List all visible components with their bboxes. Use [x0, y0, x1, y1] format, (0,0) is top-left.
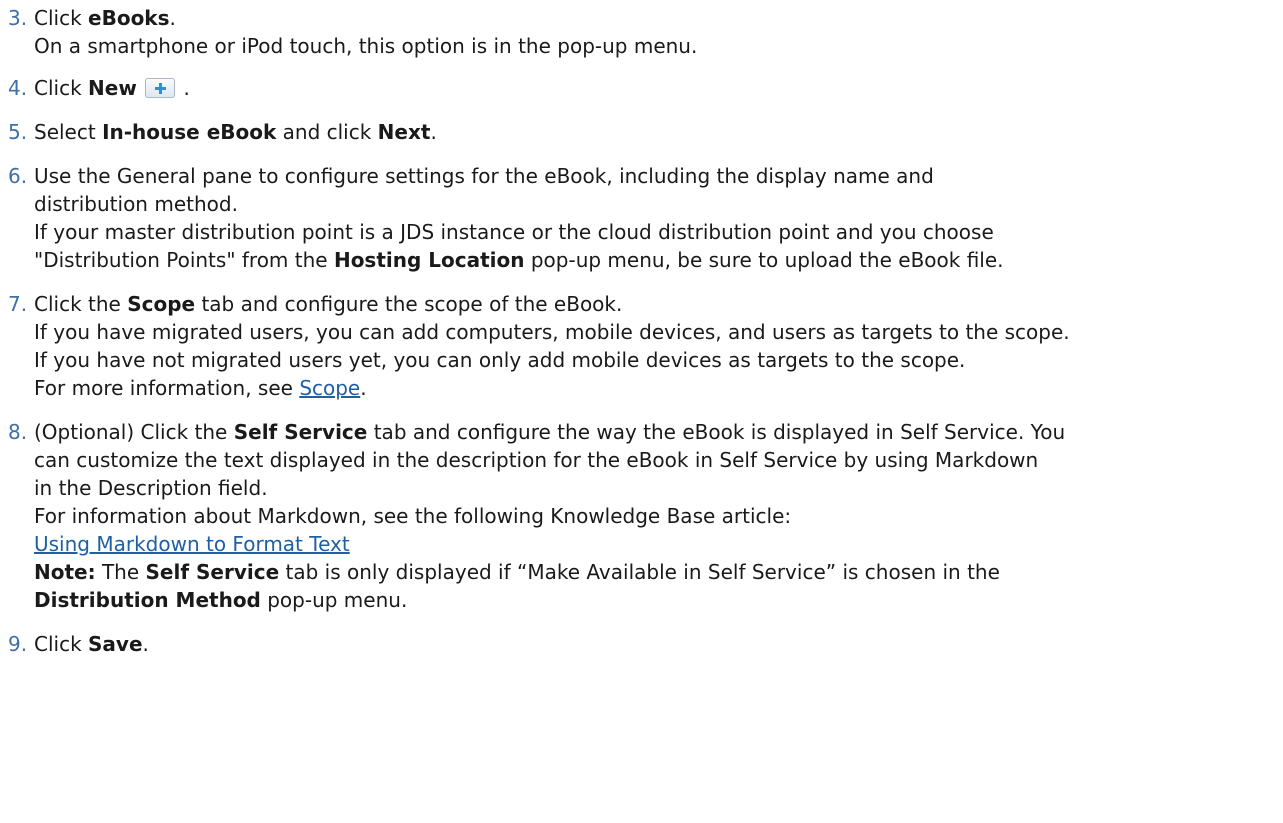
ui-term-distribution-method: Distribution Method: [34, 588, 261, 612]
step-text-line: If your master distribution point is a J…: [34, 220, 994, 244]
step-number: 7.: [8, 292, 28, 316]
ui-term-next: Next: [377, 120, 431, 144]
step-3: 3. Click eBooks. On a smartphone or iPod…: [0, 4, 1283, 60]
step-text-line: If you have not migrated users yet, you …: [34, 348, 966, 372]
step-text-line: in the Description field.: [34, 476, 268, 500]
step-text-line: distribution method.: [34, 192, 238, 216]
scope-link[interactable]: Scope: [299, 376, 360, 400]
step-text: Click eBooks.: [34, 6, 176, 30]
step-8: 8. (Optional) Click the Self Service tab…: [0, 418, 1283, 614]
step-number: 6.: [8, 164, 28, 188]
ui-term-in-house-ebook: In-house eBook: [102, 120, 277, 144]
note-label: Note:: [34, 560, 96, 584]
step-text-line: Using Markdown to Format Text: [34, 530, 1283, 558]
step-7: 7. Click the Scope tab and configure the…: [0, 290, 1283, 402]
ui-term-self-service: Self Service: [233, 420, 368, 444]
ui-term-ebooks: eBooks: [88, 6, 170, 30]
step-note: Distribution Method pop-up menu.: [34, 588, 408, 612]
step-text-line: If you have migrated users, you can add …: [34, 320, 1070, 344]
step-text-line: For more information, see Scope.: [34, 376, 367, 400]
step-6: 6. Use the General pane to configure set…: [0, 162, 1283, 274]
step-number: 8.: [8, 420, 28, 444]
ui-term-scope: Scope: [127, 292, 196, 316]
markdown-article-link[interactable]: Using Markdown to Format Text: [34, 532, 350, 556]
step-number: 5.: [8, 120, 28, 144]
step-text: Click Save.: [34, 632, 149, 656]
step-9: 9. Click Save.: [0, 630, 1283, 658]
ui-term-self-service: Self Service: [145, 560, 280, 584]
step-4: 4. Click New .: [0, 74, 1283, 102]
step-number: 9.: [8, 632, 28, 656]
ui-term-hosting-location: Hosting Location: [333, 248, 525, 272]
step-text: Click the Scope tab and configure the sc…: [34, 292, 623, 316]
step-text: (Optional) Click the Self Service tab an…: [34, 420, 1066, 444]
step-number: 4.: [8, 76, 28, 100]
step-note: On a smartphone or iPod touch, this opti…: [34, 34, 698, 58]
ui-term-save: Save: [88, 632, 143, 656]
step-text-line: "Distribution Points" from the Hosting L…: [34, 248, 1004, 272]
ui-term-new: New: [88, 76, 137, 100]
step-text: Click New .: [34, 76, 190, 100]
step-number: 3.: [8, 6, 28, 30]
plus-icon: [145, 78, 176, 98]
step-5: 5. Select In-house eBook and click Next.: [0, 118, 1283, 146]
step-text-line: can customize the text displayed in the …: [34, 448, 1039, 472]
step-text-line: Use the General pane to configure settin…: [34, 164, 934, 188]
procedure-steps: 3. Click eBooks. On a smartphone or iPod…: [0, 4, 1283, 674]
step-text: Select In-house eBook and click Next.: [34, 120, 437, 144]
step-note: Note: The Self Service tab is only displ…: [34, 560, 1000, 584]
step-text-line: For information about Markdown, see the …: [34, 504, 792, 528]
